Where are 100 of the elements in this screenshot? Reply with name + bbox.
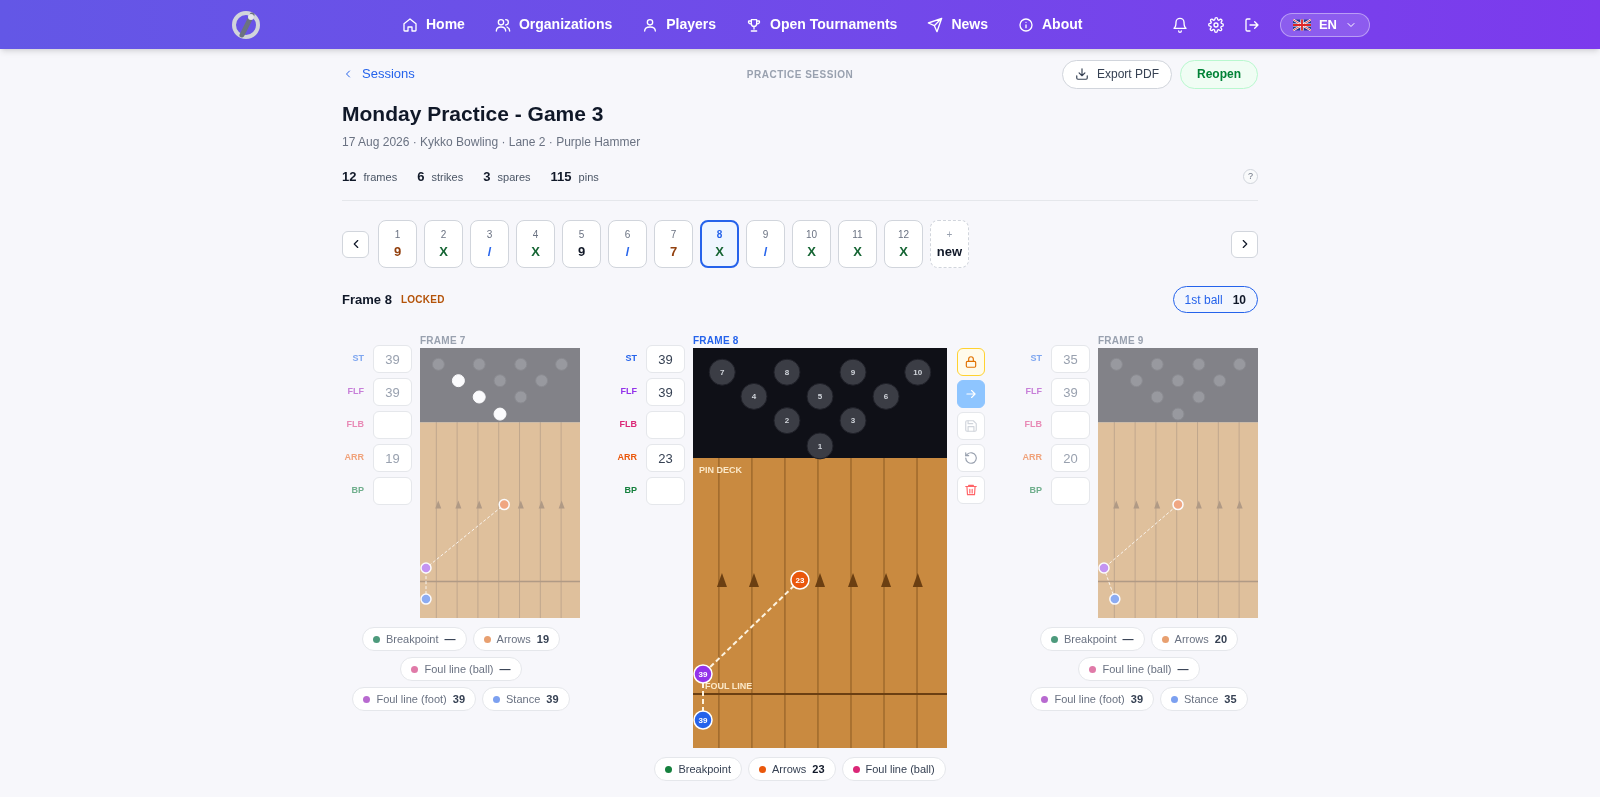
frame-tab[interactable]: 2 X xyxy=(424,220,463,268)
logo-icon[interactable] xyxy=(230,8,262,41)
frame-tab[interactable]: 9 / xyxy=(746,220,785,268)
reopen-button[interactable]: Reopen xyxy=(1180,59,1258,89)
lane-arrow xyxy=(1236,500,1243,509)
legend-label: Breakpoint xyxy=(678,761,731,777)
position-marker[interactable]: 39 xyxy=(693,664,713,684)
pin[interactable]: 2 xyxy=(773,407,801,435)
legend-label: Foul line (ball) — xyxy=(424,661,511,677)
paper-plane-icon xyxy=(927,16,944,33)
value-input[interactable] xyxy=(1051,411,1090,439)
nav-link[interactable]: About xyxy=(1018,14,1083,35)
pin[interactable]: 9 xyxy=(839,358,867,386)
delete-button[interactable] xyxy=(957,476,985,504)
value-input[interactable] xyxy=(373,477,412,505)
stat: 115 pins xyxy=(550,167,599,186)
new-frame-button[interactable]: + new xyxy=(930,220,969,268)
settings-icon[interactable] xyxy=(1207,16,1224,33)
legend-label: Foul line (ball) — xyxy=(1102,661,1189,677)
help-button[interactable]: ? xyxy=(1243,168,1258,184)
value-input[interactable] xyxy=(646,411,685,439)
position-marker[interactable]: 39 xyxy=(693,710,713,730)
value-input[interactable] xyxy=(646,477,685,505)
pin[interactable]: 4 xyxy=(740,382,768,410)
next-button[interactable] xyxy=(957,380,985,408)
pin[interactable]: 10 xyxy=(904,358,932,386)
stat: 12 frames xyxy=(342,167,398,186)
field-label: BP xyxy=(350,484,364,498)
nav-link[interactable]: Players xyxy=(642,14,717,35)
lane-arrow xyxy=(748,573,759,587)
lane-arrow xyxy=(881,573,892,587)
field-label: ARR xyxy=(616,451,637,465)
export-button[interactable]: Export PDF xyxy=(1061,59,1172,89)
pin[interactable]: 5 xyxy=(806,382,834,410)
nav-link[interactable]: News xyxy=(927,14,988,35)
value-input[interactable]: 39 xyxy=(646,378,685,406)
frame-tab[interactable]: 11 X xyxy=(838,220,877,268)
pin[interactable]: 7 xyxy=(708,358,736,386)
frame-tab[interactable]: 10 X xyxy=(792,220,831,268)
frame-tab[interactable]: 6 / xyxy=(608,220,647,268)
frame-tab[interactable]: 1 9 xyxy=(378,220,417,268)
value-input[interactable]: 23 xyxy=(646,444,685,472)
frame-tab[interactable]: 4 X xyxy=(516,220,555,268)
frame-label: FRAME 7 xyxy=(420,334,467,348)
lane-arrow xyxy=(435,500,442,509)
legend-label: Foul line (ball) xyxy=(865,761,935,777)
frame-label: FRAME 8 xyxy=(693,334,740,348)
pin-deck-label: PIN DECK xyxy=(699,465,742,475)
lane-arrow xyxy=(1195,500,1202,509)
field-label: ST xyxy=(1029,352,1042,366)
field-label: ST xyxy=(624,352,637,366)
lane-arrow xyxy=(716,573,727,587)
nav-link[interactable]: Open Tournaments xyxy=(746,14,898,35)
legend-label: Foul line (foot) 39 xyxy=(1054,691,1144,707)
nav-link[interactable]: Organizations xyxy=(494,14,613,35)
frame-tab[interactable]: 12 X xyxy=(884,220,923,268)
pin[interactable]: 8 xyxy=(773,358,801,386)
value-input[interactable] xyxy=(373,411,412,439)
back-link[interactable]: Sessions xyxy=(342,64,415,84)
pin[interactable]: 1 xyxy=(806,432,834,460)
logout-icon[interactable] xyxy=(1243,16,1260,33)
field-label: BP xyxy=(1028,484,1042,498)
lock-button[interactable] xyxy=(957,348,985,376)
lane-arrow xyxy=(1216,500,1223,509)
lane-arrow xyxy=(848,573,858,587)
lane-arrow xyxy=(538,500,545,509)
next-frame-button[interactable] xyxy=(1231,230,1258,258)
value-input[interactable] xyxy=(1051,477,1090,505)
flag-icon xyxy=(1292,18,1311,31)
frame-tab[interactable]: 5 9 xyxy=(562,220,601,268)
legend-label: Arrows 19 xyxy=(496,631,550,647)
language-selector[interactable]: EN xyxy=(1279,12,1370,37)
save-button[interactable] xyxy=(957,412,985,440)
locked-status: LOCKED xyxy=(400,293,445,307)
save-icon xyxy=(964,419,978,433)
frame-label: FRAME 9 xyxy=(1098,334,1145,348)
value-input[interactable]: 39 xyxy=(646,345,685,373)
legend-label: Breakpoint — xyxy=(1063,631,1134,647)
field-label: FLB xyxy=(345,418,364,432)
field-label: FLF xyxy=(619,385,637,399)
notification-bell-icon[interactable] xyxy=(1171,16,1188,33)
lane-arrow xyxy=(517,500,524,509)
frame-tab[interactable]: 3 / xyxy=(470,220,509,268)
legend-label: Foul line (foot) 39 xyxy=(376,691,466,707)
legend-label: Stance 39 xyxy=(506,691,559,707)
nav-link[interactable]: Home xyxy=(402,14,465,35)
frame-tab[interactable]: 8 X xyxy=(700,220,739,268)
previous-frame-button[interactable] xyxy=(342,230,369,258)
stat: 6 strikes xyxy=(417,167,464,186)
undo-icon xyxy=(964,451,978,465)
position-marker[interactable]: 23 xyxy=(790,570,810,590)
undo-button[interactable] xyxy=(957,444,985,472)
info-icon xyxy=(1018,16,1034,33)
frame-tab[interactable]: 7 7 xyxy=(654,220,693,268)
pin[interactable]: 3 xyxy=(839,407,867,435)
trash-icon xyxy=(964,483,978,497)
lane-arrow xyxy=(476,500,483,509)
ball-selector[interactable]: 1st ball 10 xyxy=(1172,286,1258,313)
users-icon xyxy=(494,16,511,33)
pin[interactable]: 6 xyxy=(872,382,900,410)
